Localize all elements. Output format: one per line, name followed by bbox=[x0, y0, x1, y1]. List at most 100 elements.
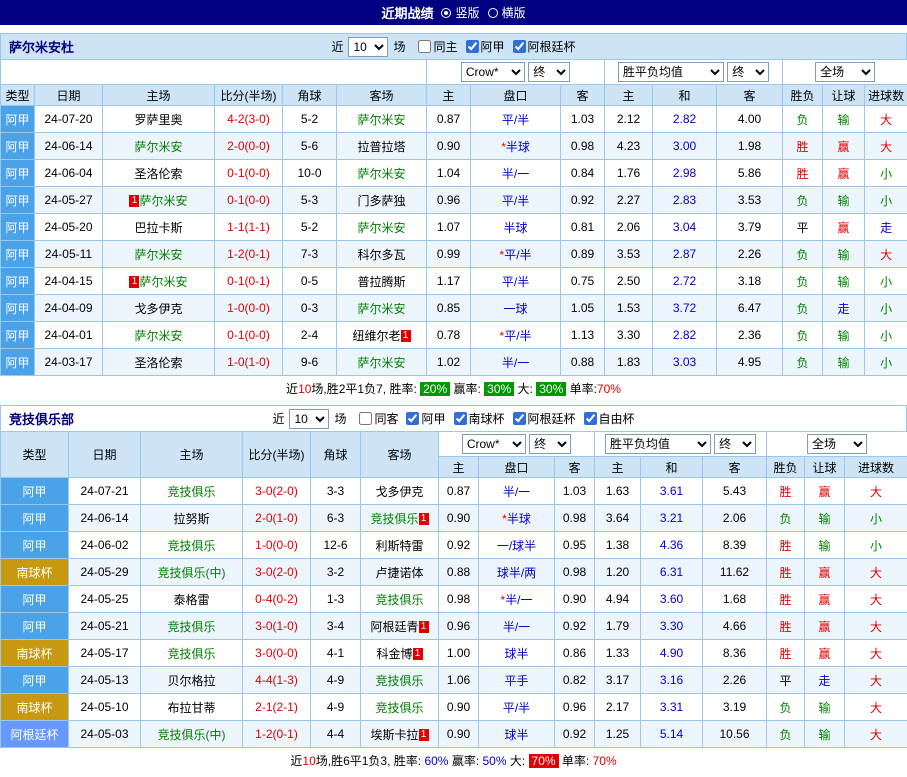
scope-dropdown-cell: 全场 bbox=[783, 60, 907, 85]
filter-checkbox[interactable]: 南球杯 bbox=[454, 410, 505, 427]
handicap-stage-select[interactable]: 终 bbox=[528, 62, 570, 82]
summary-segment: 20% bbox=[420, 382, 450, 396]
handicap-stage-select[interactable]: 终 bbox=[529, 434, 571, 454]
filter-checkbox-input[interactable] bbox=[466, 40, 479, 53]
filter-checkbox[interactable]: 阿甲 bbox=[406, 410, 445, 427]
column-header-home: 主场 bbox=[103, 85, 215, 106]
spacer bbox=[0, 25, 907, 33]
layout-option-vertical[interactable]: 竖版 bbox=[441, 4, 479, 21]
summary-segment: 10 bbox=[302, 754, 315, 768]
home-team-cell: 巴拉卡斯 bbox=[103, 214, 215, 241]
avg-away-cell: 2.26 bbox=[717, 241, 783, 268]
corner-cell: 4-9 bbox=[311, 667, 361, 694]
column-header-date: 日期 bbox=[69, 432, 141, 478]
layout-option-horizontal[interactable]: 横版 bbox=[488, 4, 526, 21]
home-odds-cell: 0.90 bbox=[427, 133, 471, 160]
handicap-result-cell: 输 bbox=[805, 532, 845, 559]
results-tbody-0: 阿甲24-07-20罗萨里奥4-2(3-0)5-2萨尔米安0.87平/半1.03… bbox=[1, 106, 907, 376]
away-odds-cell: 0.82 bbox=[555, 667, 595, 694]
score-cell: 1-0(0-0) bbox=[243, 532, 311, 559]
bookmaker-select[interactable]: Crow* bbox=[461, 62, 525, 82]
home-team-name: 竞技俱乐 bbox=[167, 485, 215, 499]
away-team-name: 普拉腾斯 bbox=[358, 275, 406, 289]
handicap-result-cell: 走 bbox=[823, 295, 865, 322]
filter-checkbox-input[interactable] bbox=[584, 412, 597, 425]
handicap-cell: *平/半 bbox=[471, 322, 561, 349]
home-odds-cell: 0.87 bbox=[427, 106, 471, 133]
avg-home-cell: 2.17 bbox=[595, 694, 641, 721]
home-team-cell: 萨尔米安 bbox=[103, 241, 215, 268]
away-odds-cell: 0.89 bbox=[561, 241, 605, 268]
away-team-name: 埃斯卡拉 bbox=[370, 728, 418, 742]
header-spacer-cell bbox=[1, 60, 427, 85]
handicap-text: 半球 bbox=[506, 140, 530, 154]
avg-draw-cell: 3.30 bbox=[641, 613, 703, 640]
handicap-cell: *半/一 bbox=[479, 586, 555, 613]
match-row: 阿甲24-05-20巴拉卡斯1-1(1-1)5-2萨尔米安1.07半球0.812… bbox=[1, 214, 907, 241]
home-team-name: 竞技俱乐 bbox=[167, 647, 215, 661]
summary-1: 近10场,胜6平1负3, 胜率: 60% 赢率: 50% 大: 70% 单率: … bbox=[0, 748, 907, 773]
avg-type-select[interactable]: 胜平负均值 bbox=[618, 62, 724, 82]
away-team-cell: 埃斯卡拉1 bbox=[361, 721, 439, 748]
goals-result-cell: 大 bbox=[845, 478, 907, 505]
avg-type-select[interactable]: 胜平负均值 bbox=[605, 434, 711, 454]
handicap-cell: 半球 bbox=[471, 214, 561, 241]
filter-checkbox[interactable]: 阿甲 bbox=[466, 38, 505, 55]
red-card-badge: 1 bbox=[129, 195, 139, 207]
home-odds-cell: 1.02 bbox=[427, 349, 471, 376]
result-cell: 负 bbox=[783, 295, 823, 322]
filter-checkbox-input[interactable] bbox=[513, 40, 526, 53]
league-cell: 阿根廷杯 bbox=[1, 721, 69, 748]
avg-stage-select[interactable]: 终 bbox=[727, 62, 769, 82]
date-cell: 24-05-17 bbox=[69, 640, 141, 667]
match-row: 阿甲24-05-271萨尔米安0-1(0-0)5-3门多萨独0.96平/半0.9… bbox=[1, 187, 907, 214]
score-cell: 3-0(0-0) bbox=[243, 640, 311, 667]
summary-segment: 70% bbox=[529, 754, 559, 768]
scope-select[interactable]: 全场 bbox=[815, 62, 875, 82]
corner-cell: 6-3 bbox=[311, 505, 361, 532]
league-cell: 阿甲 bbox=[1, 295, 35, 322]
filter-checkbox-input[interactable] bbox=[359, 412, 372, 425]
corner-cell: 12-6 bbox=[311, 532, 361, 559]
home-team-name: 竞技俱乐 bbox=[167, 539, 215, 553]
summary-segment: 赢率: bbox=[450, 380, 484, 397]
match-count-select[interactable]: 10 bbox=[348, 37, 388, 57]
scope-select[interactable]: 全场 bbox=[807, 434, 867, 454]
handicap-text: 一/球半 bbox=[497, 539, 536, 553]
score-cell: 3-0(1-0) bbox=[243, 613, 311, 640]
filter-checkbox[interactable]: 自由杯 bbox=[584, 410, 635, 427]
home-team-cell: 竞技俱乐 bbox=[141, 613, 243, 640]
filter-checkbox[interactable]: 阿根廷杯 bbox=[513, 38, 576, 55]
filter-checkbox-label: 阿根廷杯 bbox=[528, 38, 576, 55]
filter-checkbox-input[interactable] bbox=[406, 412, 419, 425]
league-cell: 阿甲 bbox=[1, 106, 35, 133]
handicap-cell: 半/一 bbox=[479, 613, 555, 640]
filter-checkbox-input[interactable] bbox=[418, 40, 431, 53]
date-cell: 24-04-15 bbox=[35, 268, 103, 295]
avg-draw-cell: 3.60 bbox=[641, 586, 703, 613]
avg-away-cell: 5.43 bbox=[703, 478, 767, 505]
away-team-name: 萨尔米安 bbox=[358, 221, 406, 235]
away-team-cell: 萨尔米安 bbox=[337, 214, 427, 241]
filter-checkbox[interactable]: 同客 bbox=[359, 410, 398, 427]
filter-checkboxes-1: 同客阿甲南球杯阿根廷杯自由杯 bbox=[351, 410, 634, 427]
filter-checkbox-input[interactable] bbox=[513, 412, 526, 425]
handicap-text: 平/半 bbox=[504, 329, 531, 343]
summary-segment: 场,胜2平1负7, 胜率: bbox=[311, 380, 420, 397]
date-cell: 24-06-14 bbox=[69, 505, 141, 532]
filter-checkbox[interactable]: 阿根廷杯 bbox=[513, 410, 576, 427]
summary-segment: 大: bbox=[514, 380, 536, 397]
home-odds-cell: 0.98 bbox=[439, 586, 479, 613]
summary-segment: 单率: bbox=[566, 380, 597, 397]
avg-home-cell: 1.83 bbox=[605, 349, 653, 376]
home-team-cell: 竞技俱乐(中) bbox=[141, 721, 243, 748]
bookmaker-select[interactable]: Crow* bbox=[462, 434, 526, 454]
avg-stage-select[interactable]: 终 bbox=[714, 434, 756, 454]
filter-checkbox[interactable]: 同主 bbox=[418, 38, 457, 55]
handicap-result-cell: 输 bbox=[805, 721, 845, 748]
home-team-name: 萨尔米安 bbox=[139, 194, 187, 208]
match-count-select[interactable]: 10 bbox=[289, 409, 329, 429]
filter-checkbox-input[interactable] bbox=[454, 412, 467, 425]
away-odds-cell: 0.90 bbox=[555, 586, 595, 613]
avg-away-cell: 2.26 bbox=[703, 667, 767, 694]
